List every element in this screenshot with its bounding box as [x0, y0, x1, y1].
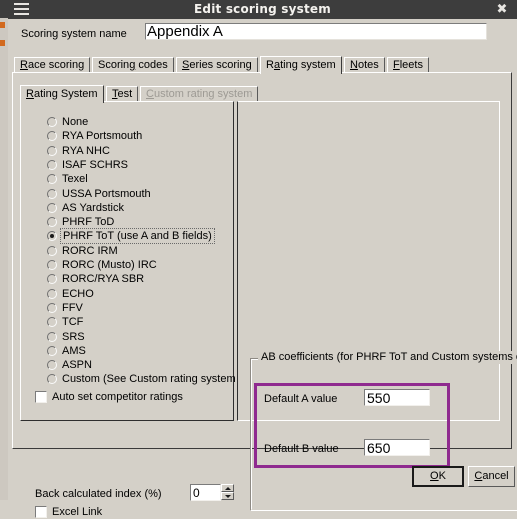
- radio-mark-icon: [47, 274, 57, 284]
- radio-mark-icon: [47, 374, 57, 384]
- ab-coefficients-title: AB coefficients (for PHRF ToT and Custom…: [258, 351, 517, 364]
- tab-scoring-codes[interactable]: Scoring codes: [92, 57, 174, 73]
- spinner: [221, 484, 234, 501]
- radio-label: RORC (Musto) IRC: [62, 259, 157, 271]
- radio-mark-icon: [47, 317, 57, 327]
- title-bar: Edit scoring system ✖: [8, 0, 517, 19]
- radio-label: SRS: [62, 331, 85, 343]
- scoring-system-name-input[interactable]: [145, 23, 487, 40]
- radio-label: USSA Portsmouth: [62, 188, 151, 200]
- radio-mark-icon: [47, 246, 57, 256]
- inner-tab-rating-system[interactable]: Rating System: [20, 85, 104, 103]
- ok-button[interactable]: OK: [412, 466, 464, 487]
- main-tab-bar: Race scoring Scoring codes Series scoring R…: [12, 56, 512, 74]
- radio-mark-icon: [47, 117, 57, 127]
- inner-tab-test[interactable]: Test: [106, 86, 138, 102]
- radio-label: RORC/RYA SBR: [62, 273, 145, 285]
- background-window-titlebar: [0, 0, 8, 18]
- default-a-value-label: Default A value: [264, 393, 338, 405]
- radio-label: ECHO: [62, 288, 94, 300]
- default-a-value-input[interactable]: [364, 389, 430, 406]
- radio-label: AS Yardstick: [62, 202, 124, 214]
- radio-mark-icon: [47, 303, 57, 313]
- groupbox-border-inner: [251, 359, 517, 510]
- radio-label: PHRF ToT (use A and B fields): [60, 228, 215, 244]
- radio-label: TCF: [62, 316, 84, 328]
- background-window: [0, 0, 8, 500]
- chevron-up-icon: [225, 487, 231, 490]
- radio-label: RORC IRM: [62, 245, 118, 257]
- spinner-down-button[interactable]: [221, 492, 234, 500]
- radio-label: Custom (See Custom rating system tab): [62, 373, 258, 385]
- rating-system-options-panel: None RYA Portsmouth RYA NHC ISAF SCHRS Texel…: [20, 101, 258, 518]
- checkbox-mark-icon: [35, 391, 47, 403]
- radio-label: PHRF ToD: [62, 216, 115, 228]
- back-calculated-index-label: Back calculated index (%): [35, 488, 162, 500]
- radio-mark-icon: [47, 174, 57, 184]
- radio-mark-icon: [47, 189, 57, 199]
- checkbox-mark-icon: [35, 506, 47, 518]
- scoring-system-name-label: Scoring system name: [21, 28, 127, 40]
- tab-race-scoring[interactable]: Race scoring: [14, 57, 90, 73]
- close-icon[interactable]: ✖: [495, 3, 509, 17]
- tab-content-panel: Rating System Test Custom rating system No…: [12, 72, 517, 518]
- radio-label: ISAF SCHRS: [62, 159, 129, 171]
- radio-mark-icon: [47, 346, 57, 356]
- background-window-marker: [0, 40, 5, 46]
- window-title: Edit scoring system: [194, 2, 331, 16]
- excel-link-label: Excel Link: [52, 506, 103, 518]
- scoring-system-name-row: Scoring system name: [8, 19, 517, 51]
- edit-scoring-system-dialog: Edit scoring system ✖ Scoring system nam…: [8, 0, 517, 518]
- rating-system-tab-bar: Rating System Test Custom rating system: [20, 85, 500, 103]
- radio-mark-icon: [47, 260, 57, 270]
- radio-label: RYA NHC: [62, 145, 110, 157]
- radio-label: AMS: [62, 345, 86, 357]
- back-calculated-index-input[interactable]: [190, 484, 221, 501]
- tab-fleets[interactable]: Fleets: [387, 57, 429, 73]
- back-calculated-index-stepper[interactable]: [190, 484, 234, 501]
- background-window-marker: [0, 22, 5, 28]
- radio-label: FFV: [62, 302, 83, 314]
- tab-series-scoring[interactable]: Series scoring: [176, 57, 258, 73]
- radio-mark-icon: [47, 360, 57, 370]
- inner-tab-custom-rating-system: Custom rating system: [140, 86, 258, 102]
- radio-mark-icon: [47, 217, 57, 227]
- default-b-value-label: Default B value: [264, 443, 339, 455]
- tab-rating-system[interactable]: Rating system: [260, 56, 342, 74]
- tab-notes[interactable]: Notes: [344, 57, 385, 73]
- radio-mark-icon: [47, 203, 57, 213]
- spinner-up-button[interactable]: [221, 484, 234, 492]
- radio-mark-icon: [47, 131, 57, 141]
- radio-label: RYA Portsmouth: [62, 130, 143, 142]
- ab-coefficients-groupbox: AB coefficients (for PHRF ToT and Custom…: [250, 351, 517, 511]
- cancel-button[interactable]: Cancel: [468, 466, 515, 487]
- radio-label: Texel: [62, 173, 88, 185]
- chevron-down-icon: [225, 495, 231, 498]
- radio-mark-icon: [47, 231, 57, 241]
- radio-mark-icon: [47, 289, 57, 299]
- default-b-value-input[interactable]: [364, 439, 430, 456]
- radio-mark-icon: [47, 160, 57, 170]
- radio-label: ASPN: [62, 359, 92, 371]
- radio-mark-icon: [47, 146, 57, 156]
- radio-mark-icon: [47, 332, 57, 342]
- auto-set-label: Auto set competitor ratings: [52, 391, 183, 403]
- radio-label: None: [62, 116, 89, 128]
